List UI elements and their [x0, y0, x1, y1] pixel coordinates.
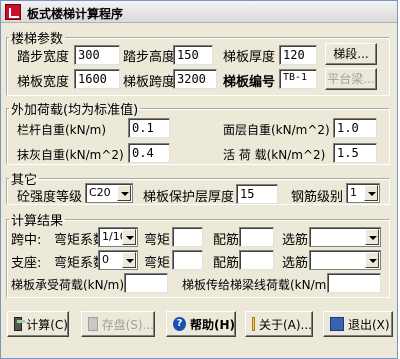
- support-reinforcement-label: 配筋: [213, 256, 240, 271]
- help-label: 帮助(H): [189, 317, 235, 332]
- mid-moment-coef-select[interactable]: 1/10: [98, 227, 138, 247]
- railing-weight-label: 栏杆自重(kN/m): [17, 123, 107, 137]
- plaster-weight-input[interactable]: 0.4: [128, 143, 170, 163]
- span-label: 梯板跨度: [123, 75, 176, 90]
- about-icon: [252, 317, 255, 331]
- platform-beam-button[interactable]: 平台梁...: [325, 68, 377, 90]
- mid-bar-select-label: 选筋: [282, 233, 309, 248]
- help-button[interactable]: ? 帮助(H): [166, 311, 236, 337]
- chevron-down-icon[interactable]: [365, 229, 379, 245]
- mid-span-label: 跨中:: [11, 233, 42, 248]
- live-load-input[interactable]: 1.5: [333, 143, 377, 163]
- extra-load-legend: 外加荷载(均为标准值): [11, 103, 139, 118]
- chevron-down-icon[interactable]: [122, 229, 136, 245]
- rebar-grade-select[interactable]: 1: [346, 183, 380, 203]
- cover-thickness-label: 梯板保护层厚度: [143, 190, 235, 205]
- app-icon: [5, 4, 21, 20]
- beam-load-output: [327, 273, 381, 293]
- mid-moment-label: 弯矩: [144, 233, 171, 248]
- exit-label: 退出(X): [348, 317, 390, 332]
- support-moment-label: 弯矩: [144, 256, 171, 271]
- results-legend: 计算结果: [11, 214, 64, 229]
- support-label: 支座:: [11, 256, 42, 271]
- calculate-button[interactable]: 计算(C): [7, 311, 69, 337]
- calculate-label: 计算(C): [26, 317, 68, 332]
- step-height-label: 踏步高度: [123, 50, 176, 65]
- mid-reinforcement-output: [239, 227, 274, 247]
- railing-weight-input[interactable]: 0.1: [128, 118, 170, 138]
- slab-width-input[interactable]: 1600: [74, 69, 120, 89]
- slab-load-label: 梯板承受荷载(kN/m): [11, 278, 125, 292]
- support-moment-coef-value: 0: [102, 253, 109, 266]
- slab-code-input[interactable]: TB-1: [279, 69, 317, 89]
- segment-button[interactable]: 梯段...: [325, 43, 377, 65]
- surface-weight-label: 面层自重(kN/m^2): [223, 123, 330, 137]
- slab-thickness-input[interactable]: 120: [279, 45, 317, 65]
- mid-bar-select[interactable]: [309, 227, 381, 247]
- exit-button[interactable]: 退出(X): [323, 311, 393, 337]
- save-label: 存盘(S)...: [101, 317, 154, 332]
- save-icon: [88, 317, 98, 331]
- main-window: 板式楼梯计算程序 楼梯参数 踏步宽度 300 踏步高度 150 梯板厚度 120…: [0, 0, 398, 359]
- slab-width-label: 梯板宽度: [17, 75, 70, 90]
- slab-thickness-label: 梯板厚度: [223, 50, 276, 65]
- chevron-down-icon[interactable]: [365, 252, 379, 268]
- about-label: 关于(A)...: [258, 317, 312, 332]
- support-bar-select-label: 选筋: [282, 256, 309, 271]
- surface-weight-input[interactable]: 1.0: [333, 118, 377, 138]
- exit-icon: [330, 317, 344, 331]
- concrete-grade-select[interactable]: C20: [85, 183, 133, 203]
- cover-thickness-input[interactable]: 15: [236, 184, 278, 204]
- window-title: 板式楼梯计算程序: [27, 7, 124, 21]
- calculator-icon: [14, 317, 26, 331]
- rebar-grade-label: 钢筋级别: [291, 190, 344, 205]
- chevron-down-icon[interactable]: [122, 252, 136, 268]
- mid-reinforcement-label: 配筋: [213, 233, 240, 248]
- span-input[interactable]: 3200: [173, 69, 217, 89]
- slab-load-output: [124, 273, 168, 293]
- plaster-weight-label: 抹灰自重(kN/m^2): [17, 148, 124, 162]
- support-moment-coef-select[interactable]: 0: [98, 250, 138, 270]
- title-bar[interactable]: 板式楼梯计算程序: [1, 1, 397, 23]
- save-button[interactable]: 存盘(S)...: [81, 311, 155, 337]
- about-button[interactable]: 关于(A)...: [245, 311, 313, 337]
- support-reinforcement-output: [239, 250, 274, 270]
- chevron-down-icon[interactable]: [117, 185, 131, 201]
- help-icon: ?: [173, 317, 186, 331]
- beam-load-label: 梯板传给梯梁线荷载(kN/m: [182, 278, 327, 292]
- rebar-grade-value: 1: [350, 186, 357, 199]
- step-width-input[interactable]: 300: [74, 45, 120, 65]
- mid-moment-output: [172, 227, 203, 247]
- concrete-grade-value: C20: [89, 186, 111, 199]
- chevron-down-icon[interactable]: [364, 185, 378, 201]
- support-bar-select[interactable]: [309, 250, 381, 270]
- concrete-grade-label: 砼强度等级: [17, 190, 83, 205]
- stair-params-legend: 楼梯参数: [11, 32, 64, 47]
- live-load-label: 活 荷 载(kN/m^2): [223, 148, 326, 162]
- slab-code-label: 梯板编号: [223, 75, 276, 90]
- step-height-input[interactable]: 150: [173, 45, 213, 65]
- support-moment-output: [172, 250, 203, 270]
- step-width-label: 踏步宽度: [17, 50, 70, 65]
